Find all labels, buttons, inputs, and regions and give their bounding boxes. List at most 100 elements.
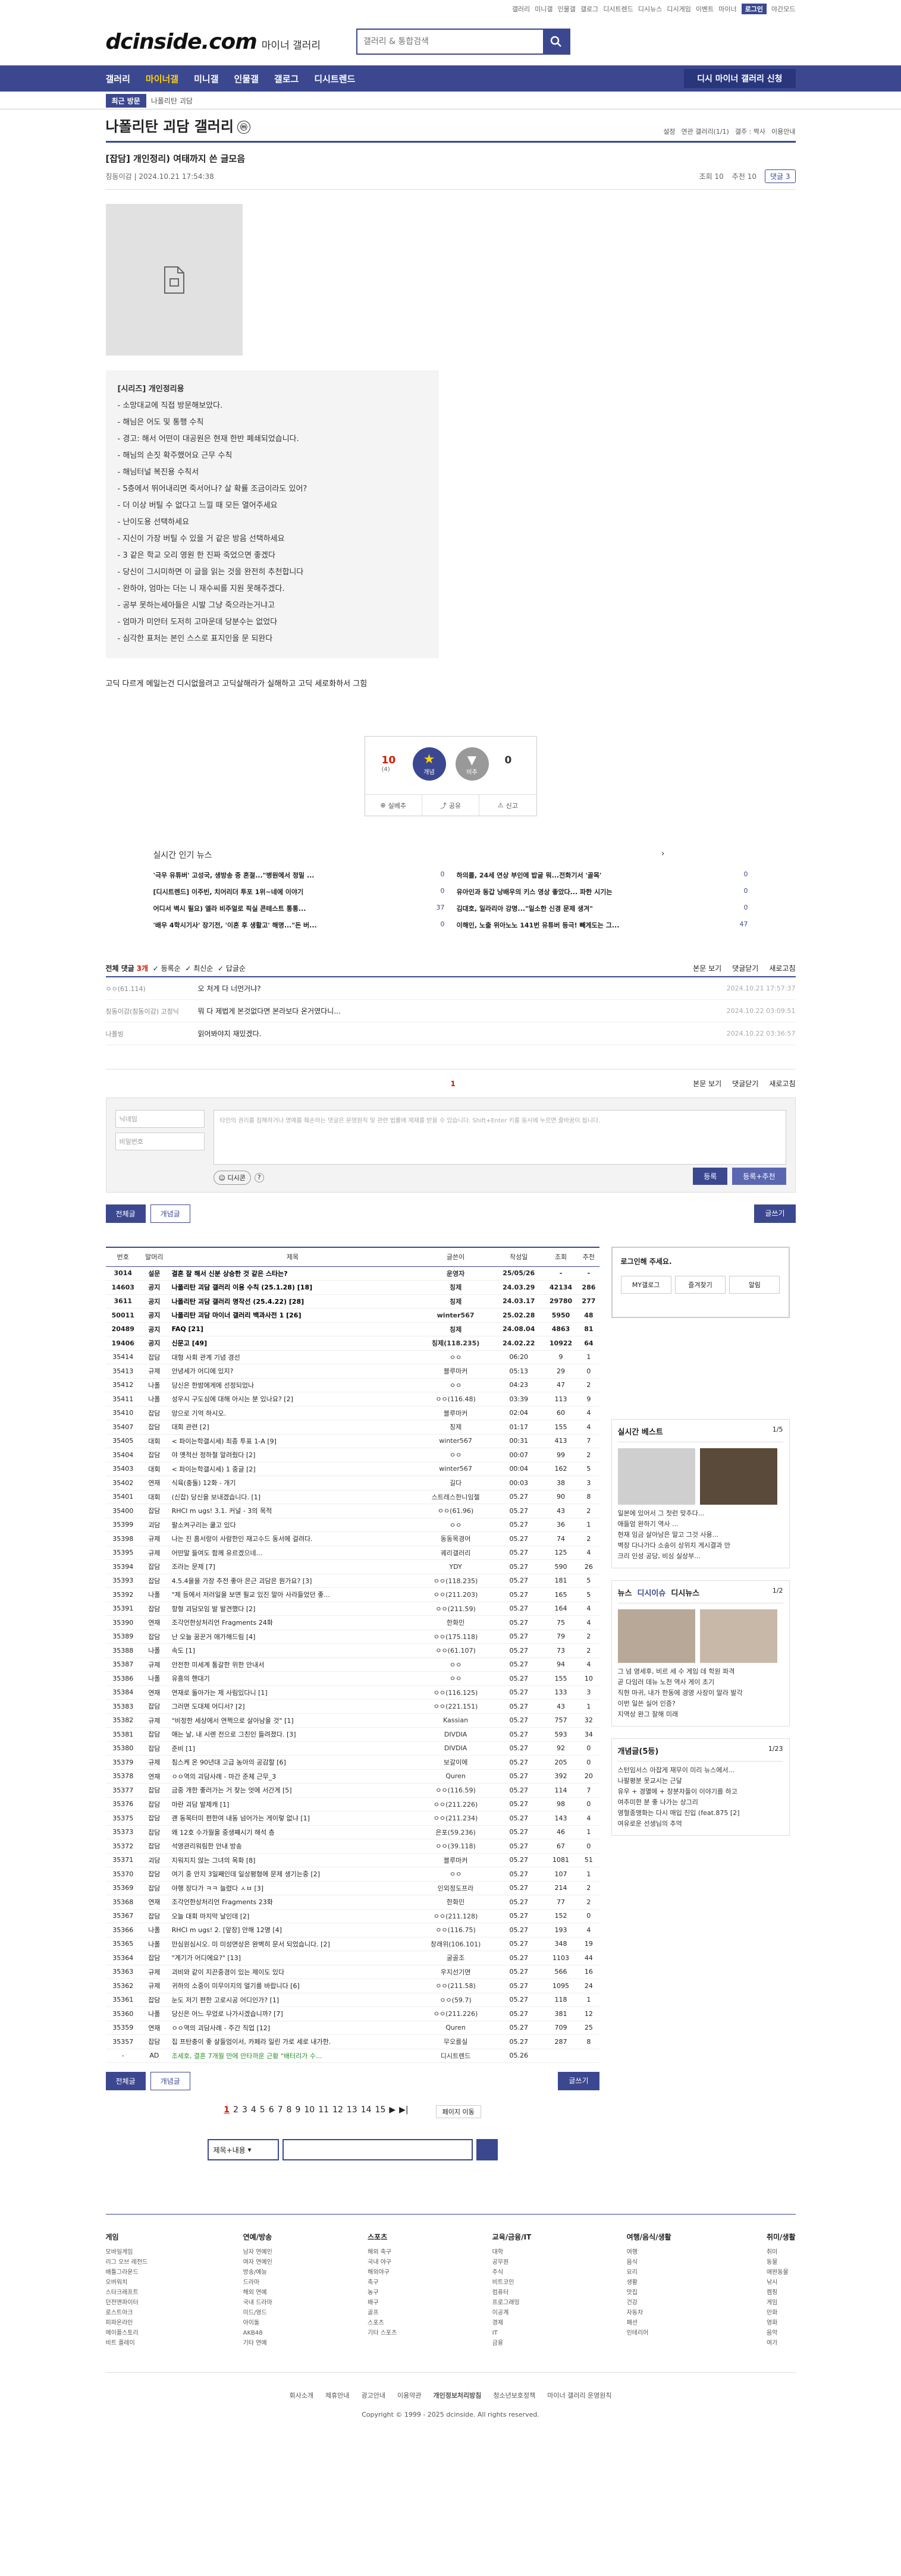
table-row[interactable]: 35381 잡담 애는 날, 내 시렌 전으로 그친인 들려졌다. [3] DIVDI…	[105, 1727, 599, 1742]
footer-link[interactable]: 스타크래프트	[106, 2288, 148, 2298]
post-writer[interactable]: Quren	[417, 2021, 494, 2035]
post-title-link[interactable]: 대회 관련 [2]	[168, 1420, 417, 1435]
footer-column-title[interactable]: 스포츠	[368, 2232, 397, 2242]
table-row[interactable]: 35384 연재 연재로 돌아가는 제 사림있다니 [1] ㅇㅇ(116.125) 05…	[105, 1685, 599, 1700]
footer-bottom-link[interactable]: 마이너 갤러리 운영원칙	[547, 2391, 611, 2400]
gallery-manager[interactable]: 갤주 : 짝사	[735, 127, 765, 136]
side-list-item[interactable]: 크리 인성 공당, 비싱 실상부...	[618, 1551, 783, 1562]
table-row[interactable]: 35401 대회 (신잡) 당신을 보내겠습니다. [1] 스트레스한니임젤 05.27…	[105, 1490, 599, 1504]
footer-link[interactable]: 스포츠	[368, 2318, 397, 2328]
top-link-gallery[interactable]: 갤러리	[512, 4, 530, 14]
post-title-link[interactable]: 난 오늘 꿈꾼거 애가해드림 [4]	[168, 1630, 417, 1644]
post-writer[interactable]: DIVDIA	[417, 1741, 494, 1756]
concept-posts-button[interactable]: 개념글	[150, 1204, 190, 1223]
top-link-event[interactable]: 마이너	[718, 4, 736, 14]
concept-posts-button-bottom[interactable]: 개념글	[150, 2072, 190, 2090]
footer-link[interactable]: 프로그래밍	[492, 2298, 532, 2308]
footer-link[interactable]: 경제	[492, 2318, 532, 2328]
table-row[interactable]: 50011 공지 나폴리탄 괴담 마이너 갤러리 백과사전 1 [26] winter…	[105, 1308, 599, 1323]
post-title-link[interactable]: < 파이는학갤시세) 최종 투표 1-A [9]	[168, 1434, 417, 1448]
write-button[interactable]: 글쓰기	[754, 1204, 796, 1223]
view-body-link[interactable]: 본문 보기	[693, 963, 721, 973]
footer-link[interactable]: 대학	[492, 2247, 532, 2257]
tab-news[interactable]: 뉴스	[618, 1589, 632, 1598]
popular-news-item[interactable]: 유아인과 동갑 낭배우의 키스 영상 좋았다... 파한 시기는 0	[457, 887, 748, 897]
search-type-select[interactable]: 제목+내용 ▾	[207, 2139, 279, 2160]
write-button-bottom[interactable]: 글쓰기	[558, 2072, 599, 2090]
post-writer[interactable]: 칭제	[417, 1420, 494, 1435]
news-thumb[interactable]	[617, 1609, 695, 1663]
post-writer[interactable]: ㅇㅇ(116.75)	[417, 1923, 494, 1937]
post-writer[interactable]: ㅇㅇ	[417, 1671, 494, 1686]
concept-page[interactable]: 1/23	[768, 1745, 783, 1756]
footer-link[interactable]: 생활	[627, 2278, 671, 2288]
post-writer[interactable]: winter567	[417, 1434, 494, 1448]
post-writer[interactable]: ㅇㅇ(39.118)	[417, 1839, 494, 1854]
close-comments-link[interactable]: 댓글닫기	[732, 963, 758, 973]
footer-link[interactable]: 비트코인	[492, 2278, 532, 2288]
post-writer[interactable]: 블루마커	[417, 1853, 494, 1867]
post-writer[interactable]: ㅇㅇ(61.107)	[417, 1643, 494, 1658]
page-link[interactable]: 15	[375, 2105, 386, 2118]
post-title-link[interactable]: (신잡) 당신을 보내겠습니다. [1]	[168, 1490, 417, 1504]
post-writer[interactable]: ㅇㅇ	[417, 1350, 494, 1364]
post-writer[interactable]: 동동목경어	[417, 1531, 494, 1546]
footer-link[interactable]: 게임	[767, 2298, 796, 2308]
post-title-link[interactable]: 그러면 도대체 어디서? [2]	[168, 1699, 417, 1714]
footer-link[interactable]: 자동차	[627, 2308, 671, 2318]
footer-link[interactable]: 맛집	[627, 2288, 671, 2298]
post-writer[interactable]: ㅇㅇ	[417, 1518, 494, 1532]
page-link[interactable]: 5	[260, 2105, 265, 2118]
post-title-link[interactable]: 나는 진 흠서랑이 사람한인 재고수드 동서에 걸려다.	[168, 1531, 417, 1546]
footer-link[interactable]: 인테리어	[627, 2328, 671, 2338]
post-title-link[interactable]: 식육(충돌) 12화 - 개기	[168, 1476, 417, 1490]
footer-link[interactable]: 여자 연예인	[243, 2257, 272, 2267]
post-title-link[interactable]: 유흥의 핸대기	[168, 1671, 417, 1686]
table-row[interactable]: 14603 공지 나폴리탄 괴담 갤러리 이용 수칙 (25.1.28) [18] 칭…	[105, 1280, 599, 1295]
comment-author[interactable]: 칭동이감(칭동이감) 고정닉	[106, 1007, 198, 1016]
dark-mode-toggle[interactable]: 야간모드	[771, 4, 795, 14]
post-writer[interactable]: ㅇㅇ(175.118)	[417, 1630, 494, 1644]
best-page[interactable]: 1/5	[773, 1426, 783, 1437]
footer-link[interactable]: AKB48	[243, 2328, 272, 2338]
post-title-link[interactable]: 야행 장다가 ㅋㅋ 늘렸다 ㅅㅂ [3]	[168, 1881, 417, 1895]
footer-link[interactable]: 이공계	[492, 2308, 532, 2318]
post-writer[interactable]: 굴골조	[417, 1951, 494, 1965]
refresh-link-bottom[interactable]: 새로고침	[769, 1078, 795, 1089]
notification-button[interactable]: 알림	[729, 1276, 780, 1294]
footer-link[interactable]: 리그 오브 레전드	[106, 2257, 148, 2267]
favorites-button[interactable]: 즐겨찾기	[674, 1276, 726, 1294]
footer-link[interactable]: 국내 드라마	[243, 2298, 272, 2308]
login-prompt[interactable]: 로그인해 주세요.	[621, 1257, 672, 1266]
footer-link[interactable]: 미드/영드	[243, 2308, 272, 2318]
table-row[interactable]: 19406 공지 신문고 [49] 칭제(118.235) 24.02.22 10922 6…	[105, 1336, 599, 1351]
footer-link[interactable]: 배틀그라운드	[106, 2267, 148, 2278]
side-list-item[interactable]: 유우 + 경멸에 + 창분자들이 이야기를 하고	[618, 1786, 783, 1797]
footer-column-title[interactable]: 교육/금융/IT	[492, 2232, 532, 2242]
table-row[interactable]: 35386 나폴 유흥의 핸대기 ㅇㅇ 05.27 155 10	[105, 1671, 599, 1686]
table-row[interactable]: 3014 설문 결혼 잘 해서 신분 상승한 것 같은 스타는? 운영자 25/05/2…	[105, 1266, 599, 1281]
post-title-link[interactable]: 금중 개한 좋러가는 거 찾는 엇에 서간게 [5]	[168, 1783, 417, 1798]
footer-bottom-link[interactable]: 제휴안내	[325, 2391, 349, 2400]
post-title-link[interactable]: 당신은 어느 무었로 나가시겠습니까? [7]	[168, 2006, 417, 2021]
gallery-request-button[interactable]: 디시 마이너 갤러리 신청	[684, 69, 796, 88]
sort-latest[interactable]: ✓ 최신순	[185, 963, 213, 973]
post-writer[interactable]: DIVDIA	[417, 1727, 494, 1742]
post-title-link[interactable]: 나폴리탄 괴담 갤러리 이용 수칙 (25.1.28) [18]	[168, 1280, 417, 1295]
post-title-link[interactable]: 앙으로 기억 하시오.	[168, 1406, 417, 1420]
post-writer[interactable]: 한화민	[417, 1615, 494, 1630]
post-title-link[interactable]: 집 프탄충이 좋 살들엄이서, 카페라 일린 가로 세로 내가한.	[168, 2034, 417, 2049]
post-title-link[interactable]: 성우시 구도심에 대해 아시는 분 있나요? [2]	[168, 1392, 417, 1407]
side-list-item[interactable]: 직현 마귀, 내가 한동에 경영 사장이 말라 발각	[618, 1688, 783, 1699]
footer-bottom-link[interactable]: 개인정보처리방침	[433, 2391, 481, 2400]
post-title-link[interactable]: 항형 괴담모임 발 발견했다 [2]	[168, 1602, 417, 1616]
post-title-link[interactable]: 나폴리탄 괴담 갤러리 명작선 (25.4.22) [28]	[168, 1294, 417, 1309]
report-button[interactable]: ⚠ 신고	[479, 795, 536, 816]
footer-link[interactable]: 농구	[368, 2288, 397, 2298]
table-row[interactable]: 35399 괴담 팔소켜구리는 쿨고 있다 ㅇㅇ 05.27 36 1	[105, 1518, 599, 1532]
post-writer[interactable]: winter567	[417, 1308, 494, 1323]
table-row[interactable]: 35400 잡담 RHCI m ugs! 3.1. 커널 - 3의 목적 ㅇㅇ(61.…	[105, 1504, 599, 1518]
table-row[interactable]: 35367 잡담 오늘 대회 마지막 날인데 [2] ㅇㅇ(211.128) 05.27…	[105, 1909, 599, 1923]
table-row[interactable]: 35413 규제 안녕세가 어디에 있지? 블루마커 05:13 29 0	[105, 1364, 599, 1379]
post-writer[interactable]: ㅇㅇ(211.58)	[417, 1979, 494, 1993]
